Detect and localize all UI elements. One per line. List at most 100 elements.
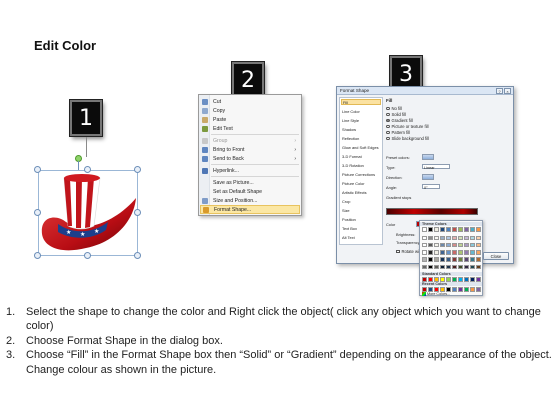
theme-color-swatch[interactable] [446,235,451,241]
angle-input[interactable]: 0° [422,184,440,190]
theme-color-swatch[interactable] [464,235,469,241]
theme-color-swatch[interactable] [476,250,481,255]
standard-color-swatch[interactable] [458,277,463,282]
recent-color-swatch[interactable] [428,287,433,292]
category-fill[interactable]: Fill [341,99,381,105]
theme-color-swatch[interactable] [458,227,463,232]
option-pattern-fill[interactable]: Pattern fill [386,130,410,135]
category-crop[interactable]: Crop [342,198,350,204]
menu-item-save-as-picture[interactable]: Save as Picture... [200,178,300,187]
menu-item-format-shape[interactable]: Format Shape... [200,205,300,214]
theme-color-swatch[interactable] [428,264,433,270]
theme-color-swatch[interactable] [476,227,481,232]
theme-color-swatch[interactable] [446,242,451,248]
category-glow-soft-edges[interactable]: Glow and Soft Edges [342,144,379,150]
theme-color-swatch[interactable] [458,235,463,241]
option-solid-fill[interactable]: Solid fill [386,112,406,117]
category-picture-corrections[interactable]: Picture Corrections [342,171,375,177]
standard-color-swatch[interactable] [428,277,433,282]
help-button[interactable]: ? [496,88,503,94]
radio-button[interactable] [386,112,390,117]
category-reflection[interactable]: Reflection [342,135,359,141]
standard-color-swatch[interactable] [440,277,445,282]
theme-color-swatch[interactable] [452,257,457,262]
theme-color-swatch[interactable] [452,227,457,232]
standard-color-swatch[interactable] [434,277,439,282]
category-picture-color[interactable]: Picture Color [342,180,365,186]
menu-item-size-and-position[interactable]: Size and Position... [200,196,300,205]
recent-color-swatch[interactable] [452,287,457,292]
theme-color-swatch[interactable] [422,250,427,255]
category-line-color[interactable]: Line Color [342,108,360,114]
theme-color-swatch[interactable] [446,264,451,270]
theme-color-swatch[interactable] [434,227,439,232]
theme-color-swatch[interactable] [422,235,427,241]
theme-color-swatch[interactable] [446,257,451,262]
theme-color-swatch[interactable] [458,257,463,262]
radio-button[interactable] [386,136,390,141]
theme-color-swatch[interactable] [446,227,451,232]
category-3d-rotation[interactable]: 3-D Rotation [342,162,364,168]
menu-item-bring-to-front[interactable]: Bring to Front › [200,145,300,154]
theme-color-swatch[interactable] [440,250,445,255]
direction-dropdown[interactable] [422,174,434,180]
theme-color-swatch[interactable] [452,235,457,241]
theme-color-swatch[interactable] [470,250,475,255]
theme-color-swatch[interactable] [422,227,427,232]
theme-color-swatch[interactable] [452,242,457,248]
option-no-fill[interactable]: No fill [386,106,402,111]
theme-color-swatch[interactable] [440,242,445,248]
theme-color-swatch[interactable] [476,235,481,241]
category-line-style[interactable]: Line Style [342,117,359,123]
theme-color-swatch[interactable] [464,227,469,232]
standard-color-swatch[interactable] [452,277,457,282]
theme-color-swatch[interactable] [440,235,445,241]
menu-item-copy[interactable]: Copy [200,106,300,115]
theme-color-swatch[interactable] [476,242,481,248]
theme-color-swatch[interactable] [470,242,475,248]
theme-color-swatch[interactable] [446,250,451,255]
theme-color-swatch[interactable] [434,250,439,255]
recent-color-swatch[interactable] [470,287,475,292]
theme-color-swatch[interactable] [434,264,439,270]
dialog-close-icon[interactable]: × [504,88,511,94]
category-alt-text[interactable]: Alt Text [342,234,355,240]
theme-color-swatch[interactable] [428,250,433,255]
theme-color-swatch[interactable] [440,264,445,270]
menu-item-hyperlink[interactable]: Hyperlink... [200,166,300,175]
theme-color-swatch[interactable] [470,227,475,232]
radio-button[interactable] [386,130,390,135]
standard-color-swatch[interactable] [464,277,469,282]
option-picture-fill[interactable]: Picture or texture fill [386,124,429,129]
theme-color-swatch[interactable] [422,264,427,270]
option-slide-background-fill[interactable]: Slide background fill [386,136,429,141]
recent-color-swatch[interactable] [422,287,427,292]
theme-color-swatch[interactable] [464,250,469,255]
menu-item-edit-text[interactable]: Edit Text [200,124,300,133]
menu-item-group[interactable]: Group › [200,136,300,145]
standard-color-swatch[interactable] [470,277,475,282]
theme-color-swatch[interactable] [470,264,475,270]
radio-button[interactable] [386,106,390,111]
theme-color-swatch[interactable] [470,257,475,262]
close-button[interactable]: Close [483,252,509,260]
theme-color-swatch[interactable] [428,235,433,241]
type-dropdown[interactable]: Linear [422,164,450,170]
theme-color-swatch[interactable] [464,264,469,270]
theme-color-swatch[interactable] [458,264,463,270]
category-3d-format[interactable]: 3-D Format [342,153,362,159]
theme-color-swatch[interactable] [452,250,457,255]
uncle-sam-hat-image[interactable]: ★ ★ ★ [36,168,140,256]
recent-color-swatch[interactable] [464,287,469,292]
theme-color-swatch[interactable] [464,257,469,262]
theme-color-swatch[interactable] [422,257,427,262]
category-size[interactable]: Size [342,207,350,213]
recent-color-swatch[interactable] [434,287,439,292]
theme-color-swatch[interactable] [428,227,433,232]
option-gradient-fill[interactable]: Gradient fill [386,118,413,123]
theme-color-swatch[interactable] [422,242,427,248]
recent-color-swatch[interactable] [476,287,481,292]
theme-color-swatch[interactable] [458,242,463,248]
standard-color-swatch[interactable] [422,277,427,282]
standard-color-swatch[interactable] [476,277,481,282]
